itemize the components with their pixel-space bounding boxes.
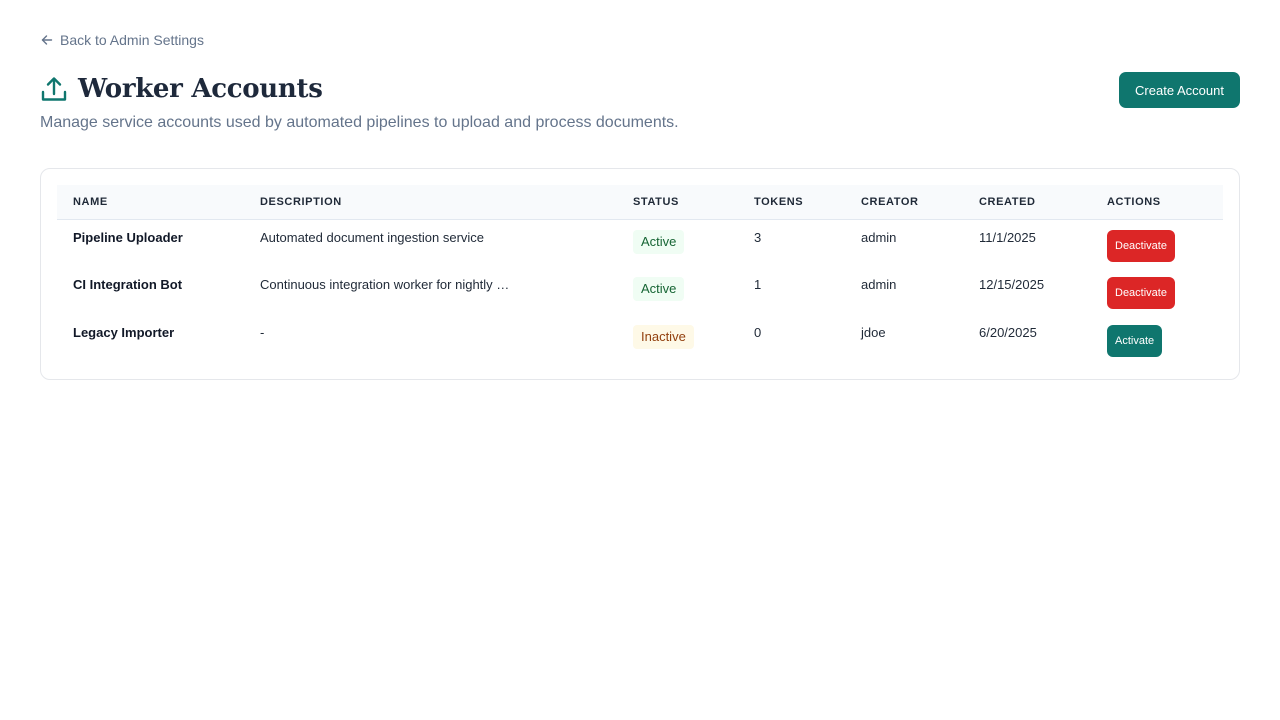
column-header-name[interactable]: NAME	[57, 185, 244, 220]
page-header: Worker Accounts	[40, 72, 323, 106]
worker-accounts-table: NAME DESCRIPTION STATUS TOKENS CREATOR C…	[57, 185, 1223, 363]
account-description-cell: Automated document ingestion service	[244, 219, 617, 267]
account-status-cell: Active	[617, 267, 738, 315]
account-description-cell: Continuous integration worker for nightl…	[244, 267, 617, 315]
page-subtitle: Manage service accounts used by automate…	[40, 114, 679, 131]
column-header-creator[interactable]: CREATOR	[845, 185, 963, 220]
create-account-button[interactable]: Create Account	[1119, 72, 1240, 108]
account-description: Continuous integration worker for nightl…	[260, 277, 510, 292]
deactivate-button[interactable]: Deactivate	[1107, 277, 1175, 309]
account-created-date: 6/20/2025	[979, 325, 1037, 340]
account-creator: admin	[861, 277, 897, 292]
accounts-table-card: NAME DESCRIPTION STATUS TOKENS CREATOR C…	[40, 168, 1240, 380]
column-header-status[interactable]: STATUS	[617, 185, 738, 220]
account-tokens: 0	[754, 325, 762, 340]
account-name: Pipeline Uploader	[73, 229, 183, 245]
status-badge: Inactive	[633, 325, 694, 349]
column-header-tokens[interactable]: TOKENS	[738, 185, 845, 220]
column-header-created[interactable]: CREATED	[963, 185, 1091, 220]
account-created-date: 11/1/2025	[979, 229, 1036, 245]
account-name: Legacy Importer	[73, 325, 175, 340]
back-to-admin-settings-link[interactable]: Back to Admin Settings	[40, 31, 204, 49]
account-description: Automated document ingestion service	[260, 229, 485, 245]
account-description-cell: -	[244, 315, 617, 363]
page-title: Worker Accounts	[78, 74, 323, 104]
account-creator: jdoe	[861, 325, 886, 340]
account-tokens: 1	[754, 277, 762, 292]
upload-icon	[40, 75, 68, 103]
table-row[interactable]: Pipeline Uploader Automated document ing…	[57, 219, 1223, 267]
back-link-label: Back to Admin Settings	[60, 32, 204, 48]
status-badge: Active	[633, 277, 685, 301]
account-status-cell: Active	[617, 219, 738, 267]
account-actions-cell: Deactivate	[1091, 267, 1223, 315]
activate-button[interactable]: Activate	[1107, 325, 1163, 357]
account-status-cell: Inactive	[617, 315, 738, 363]
column-header-actions: ACTIONS	[1091, 185, 1223, 220]
table-header-row: NAME DESCRIPTION STATUS TOKENS CREATOR C…	[57, 185, 1223, 220]
arrow-left-icon	[40, 33, 54, 47]
table-row[interactable]: CI Integration Bot Continuous integratio…	[57, 267, 1223, 315]
worker-accounts-page: Back to Admin Settings Worker Accounts M…	[0, 0, 1280, 720]
deactivate-button[interactable]: Deactivate	[1107, 229, 1175, 262]
account-creator: admin	[861, 229, 897, 245]
status-badge: Active	[633, 229, 685, 254]
account-actions-cell: Deactivate	[1091, 219, 1223, 267]
table-row[interactable]: Legacy Importer - Inactive 0 jdoe 6/20/2…	[57, 315, 1223, 363]
account-created-date: 12/15/2025	[979, 277, 1045, 292]
account-description: -	[260, 325, 265, 340]
column-header-description[interactable]: DESCRIPTION	[244, 185, 617, 220]
account-name: CI Integration Bot	[73, 277, 183, 292]
account-tokens: 3	[754, 229, 762, 245]
account-actions-cell: Activate	[1091, 315, 1223, 363]
